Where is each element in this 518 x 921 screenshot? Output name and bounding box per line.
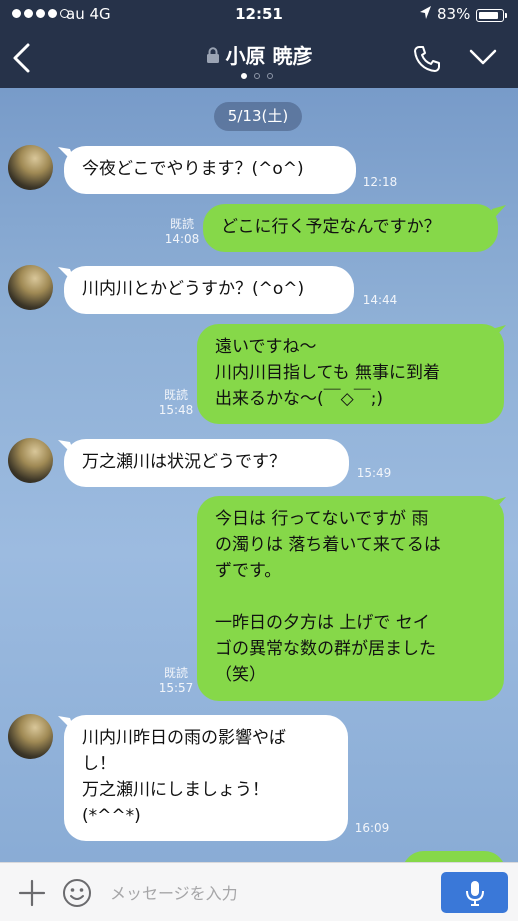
message-time: 14:08 (164, 232, 200, 246)
battery-percent: 83% (437, 5, 471, 23)
message-time: 15:48 (158, 403, 194, 417)
message-bubble-incoming[interactable]: 川内川昨日の雨の影響やば し！ 万之瀬川にしましょう！ (*^^*) (64, 715, 348, 841)
message-bubble-incoming[interactable]: 川内川とかどうすか？(^o^) (64, 266, 354, 314)
voice-input-button[interactable] (441, 872, 508, 913)
read-receipt: 既読 (163, 388, 188, 402)
page-indicator (241, 73, 273, 79)
message-bubble-outgoing[interactable]: 今日は 行ってないですが 雨 の濁りは 落ち着いて来てるは ずです。 一昨日の夕… (197, 496, 504, 701)
location-arrow-icon (420, 6, 431, 19)
avatar[interactable] (8, 145, 53, 190)
plus-icon[interactable] (18, 879, 46, 907)
message-input[interactable] (108, 873, 432, 913)
read-receipt: 既読 (163, 666, 188, 680)
message-bubble-incoming[interactable]: 今夜どこでやります？(^o^) (64, 146, 356, 194)
contact-name: 小原 暁彦 (225, 44, 313, 68)
battery-icon (476, 9, 507, 22)
status-bar: au 4G 12:51 83% (0, 0, 518, 30)
date-separator: 5/13(土) (214, 102, 302, 131)
top-bar: au 4G 12:51 83% 小原 暁彦 (0, 0, 518, 88)
message-bubble-incoming[interactable]: 万之瀬川は状況どうです？ (64, 439, 349, 487)
read-receipt: 既読 (169, 217, 194, 231)
microphone-icon (466, 881, 484, 906)
phone-icon[interactable] (412, 44, 442, 74)
message-bubble-outgoing[interactable]: どこに行く予定なんですか？ (203, 204, 498, 252)
chevron-down-icon[interactable] (468, 46, 498, 68)
message-time: 15:57 (158, 681, 194, 695)
avatar[interactable] (8, 265, 53, 310)
message-time: 16:09 (354, 821, 390, 835)
message-time: 14:44 (362, 293, 398, 307)
avatar[interactable] (8, 714, 53, 759)
message-time: 12:18 (362, 175, 398, 189)
emoji-icon[interactable] (62, 878, 92, 908)
chat-screen: au 4G 12:51 83% 小原 暁彦 5/13(土) 今夜どこでやります？… (0, 0, 518, 921)
avatar[interactable] (8, 438, 53, 483)
message-time: 15:49 (356, 466, 392, 480)
input-bar (0, 862, 518, 921)
message-bubble-outgoing[interactable]: 遠いですね〜 川内川目指しても 無事に到着 出来るかな〜(￣◇￣;) (197, 324, 504, 424)
lock-icon (206, 47, 219, 63)
